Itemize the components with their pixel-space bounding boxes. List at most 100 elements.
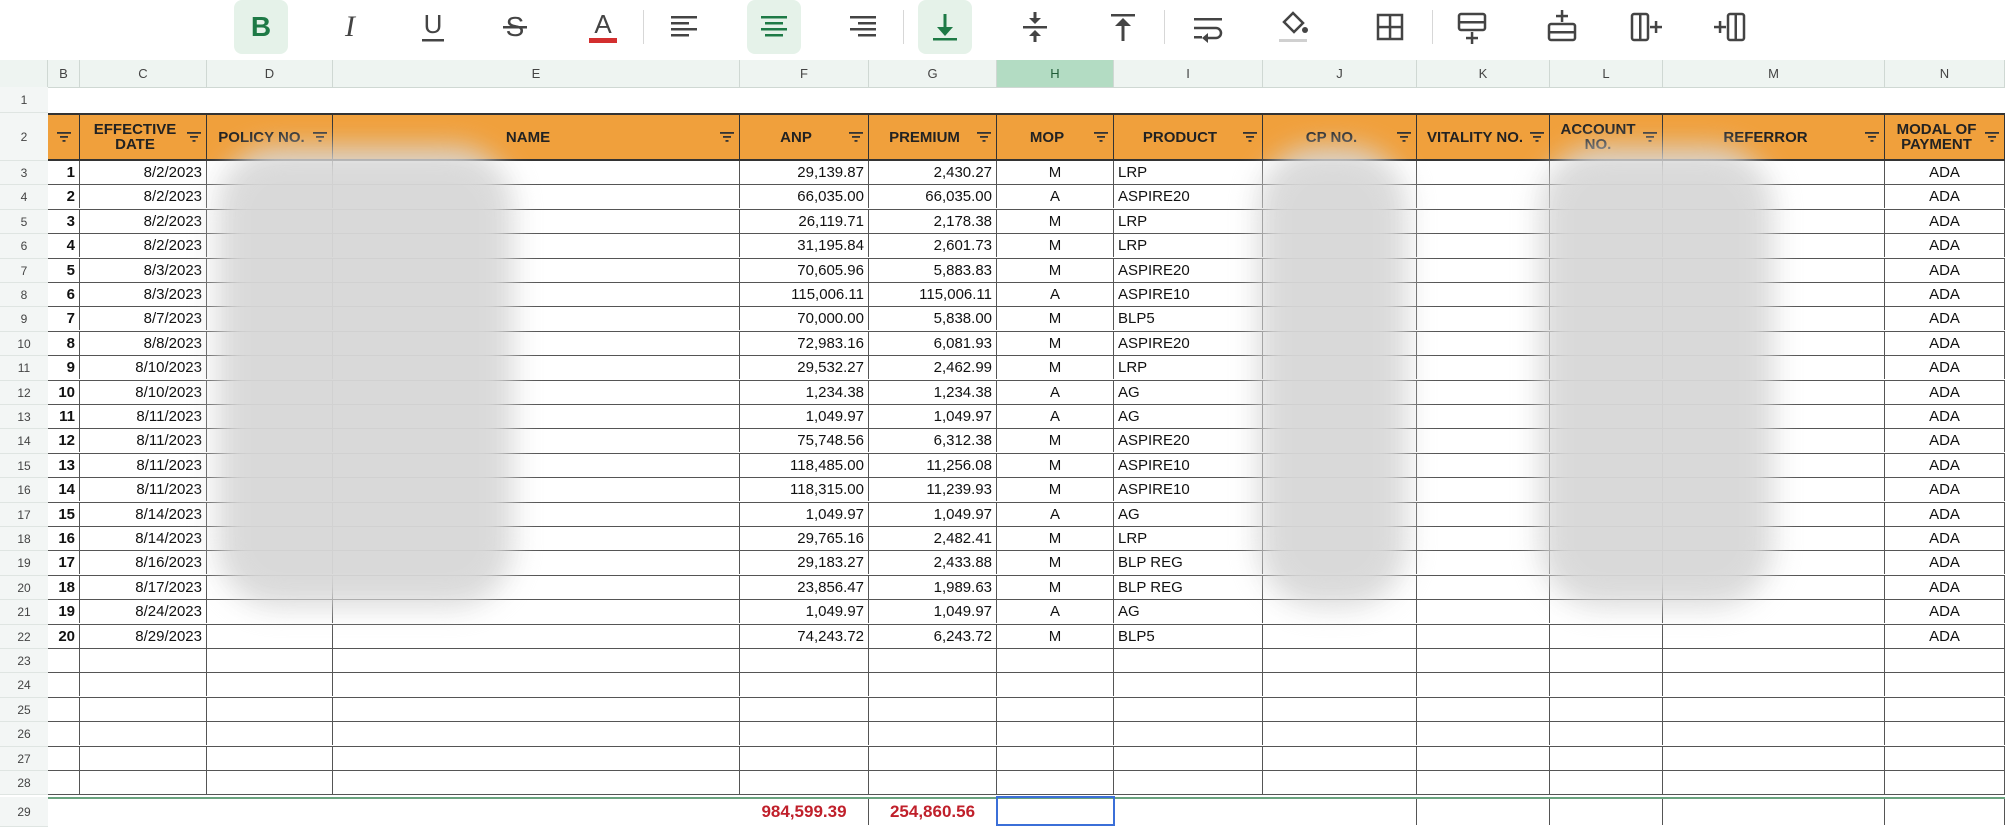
cell-b22[interactable]: 20 (48, 624, 80, 648)
cell-i5[interactable]: LRP (1114, 209, 1263, 233)
cell-f7[interactable]: 70,605.96 (740, 258, 869, 282)
valign-bottom-button[interactable] (918, 0, 972, 54)
underline-button[interactable]: U (406, 0, 460, 54)
row-header-22[interactable]: 22 (0, 624, 48, 649)
cell-h13[interactable]: A (997, 405, 1114, 428)
cell-g19[interactable]: 2,433.88 (869, 551, 997, 575)
cell-g27[interactable] (869, 746, 997, 770)
header-cell-f[interactable]: ANP (740, 115, 869, 159)
cell-b26[interactable] (48, 722, 80, 746)
cell-b6[interactable]: 4 (48, 234, 80, 258)
row-header-3[interactable]: 3 (0, 161, 48, 186)
insert-row-above-button[interactable] (1535, 0, 1589, 54)
cell-f25[interactable] (740, 697, 869, 721)
cell-g20[interactable]: 1,989.63 (869, 575, 997, 599)
cell-g16[interactable]: 11,239.93 (869, 478, 997, 502)
fill-color-button[interactable] (1266, 0, 1320, 54)
cell-m28[interactable] (1663, 771, 1885, 794)
cell-c18[interactable]: 8/14/2023 (80, 527, 207, 550)
cell-d28[interactable] (207, 771, 333, 794)
cell-i8[interactable]: ASPIRE10 (1114, 283, 1263, 306)
cell-b12[interactable]: 10 (48, 380, 80, 404)
row-header-13[interactable]: 13 (0, 405, 48, 430)
cell-k22[interactable] (1417, 624, 1550, 648)
cell-f24[interactable] (740, 673, 869, 697)
row-header-10[interactable]: 10 (0, 331, 48, 357)
cell-b3[interactable]: 1 (48, 161, 80, 184)
cell-k24[interactable] (1417, 673, 1550, 697)
cell-c12[interactable]: 8/10/2023 (80, 380, 207, 404)
cell-g9[interactable]: 5,838.00 (869, 307, 997, 331)
cell-i7[interactable]: ASPIRE20 (1114, 258, 1263, 282)
cell-c13[interactable]: 8/11/2023 (80, 405, 207, 428)
cell-h24[interactable] (997, 673, 1114, 697)
italic-button[interactable]: I (323, 0, 377, 54)
cell-b10[interactable]: 8 (48, 331, 80, 355)
cell-h16[interactable]: M (997, 478, 1114, 502)
cell-c20[interactable]: 8/17/2023 (80, 575, 207, 599)
column-header-i[interactable]: I (1114, 60, 1263, 87)
column-header-e[interactable]: E (333, 60, 740, 87)
cell-m26[interactable] (1663, 722, 1885, 746)
bold-button[interactable]: B (234, 0, 288, 54)
cell-i23[interactable] (1114, 649, 1263, 672)
cell-k14[interactable] (1417, 429, 1550, 453)
cell-n16[interactable]: ADA (1885, 478, 2005, 502)
cell-f15[interactable]: 118,485.00 (740, 453, 869, 477)
cell-d27[interactable] (207, 746, 333, 770)
cell-g10[interactable]: 6,081.93 (869, 331, 997, 355)
total-anp[interactable]: 984,599.39 (740, 799, 869, 826)
cell-i16[interactable]: ASPIRE10 (1114, 478, 1263, 502)
cell-i26[interactable] (1114, 722, 1263, 746)
cell-n3[interactable]: ADA (1885, 161, 2005, 184)
filter-icon[interactable] (56, 131, 71, 143)
cell-l24[interactable] (1550, 673, 1663, 697)
cell-n10[interactable]: ADA (1885, 331, 2005, 355)
cell-i13[interactable]: AG (1114, 405, 1263, 428)
cell-k28[interactable] (1417, 771, 1550, 794)
cell-i3[interactable]: LRP (1114, 161, 1263, 184)
cell-i18[interactable]: LRP (1114, 527, 1263, 550)
column-header-j[interactable]: J (1263, 60, 1417, 87)
align-left-button[interactable] (657, 0, 711, 54)
row-header-21[interactable]: 21 (0, 600, 48, 625)
cell-b5[interactable]: 3 (48, 209, 80, 233)
cell-c26[interactable] (80, 722, 207, 746)
cell-d26[interactable] (207, 722, 333, 746)
filter-icon[interactable] (977, 131, 991, 143)
cell-k23[interactable] (1417, 649, 1550, 672)
cell-i14[interactable]: ASPIRE20 (1114, 429, 1263, 453)
row-header-23[interactable]: 23 (0, 649, 48, 674)
cell-f22[interactable]: 74,243.72 (740, 624, 869, 648)
row-header-2[interactable]: 2 (0, 113, 48, 161)
cell-i27[interactable] (1114, 746, 1263, 770)
column-header-m[interactable]: M (1663, 60, 1885, 87)
header-cell-c[interactable]: EFFECTIVE DATE (80, 115, 207, 159)
cell-i28[interactable] (1114, 771, 1263, 794)
cell-b4[interactable]: 2 (48, 185, 80, 209)
cell-h28[interactable] (997, 771, 1114, 794)
cell-g22[interactable]: 6,243.72 (869, 624, 997, 648)
cell-f26[interactable] (740, 722, 869, 746)
header-cell-i[interactable]: PRODUCT (1114, 115, 1263, 159)
wrap-text-button[interactable] (1181, 0, 1235, 54)
cell-g14[interactable]: 6,312.38 (869, 429, 997, 453)
column-header-l[interactable]: L (1550, 60, 1663, 87)
cell-n26[interactable] (1885, 722, 2005, 746)
cell-g5[interactable]: 2,178.38 (869, 209, 997, 233)
filter-icon[interactable] (1243, 131, 1257, 143)
cell-e28[interactable] (333, 771, 740, 794)
cell-b25[interactable] (48, 697, 80, 721)
cell-i10[interactable]: ASPIRE20 (1114, 331, 1263, 355)
cell-g18[interactable]: 2,482.41 (869, 527, 997, 550)
cell-i12[interactable]: AG (1114, 380, 1263, 404)
cell-k9[interactable] (1417, 307, 1550, 331)
row-header-17[interactable]: 17 (0, 502, 48, 527)
cell-b21[interactable]: 19 (48, 600, 80, 624)
cell-e27[interactable] (333, 746, 740, 770)
cell-k18[interactable] (1417, 527, 1550, 550)
filter-icon[interactable] (720, 131, 734, 143)
cell-h5[interactable]: M (997, 209, 1114, 233)
cell-n4[interactable]: ADA (1885, 185, 2005, 209)
cell-k26[interactable] (1417, 722, 1550, 746)
